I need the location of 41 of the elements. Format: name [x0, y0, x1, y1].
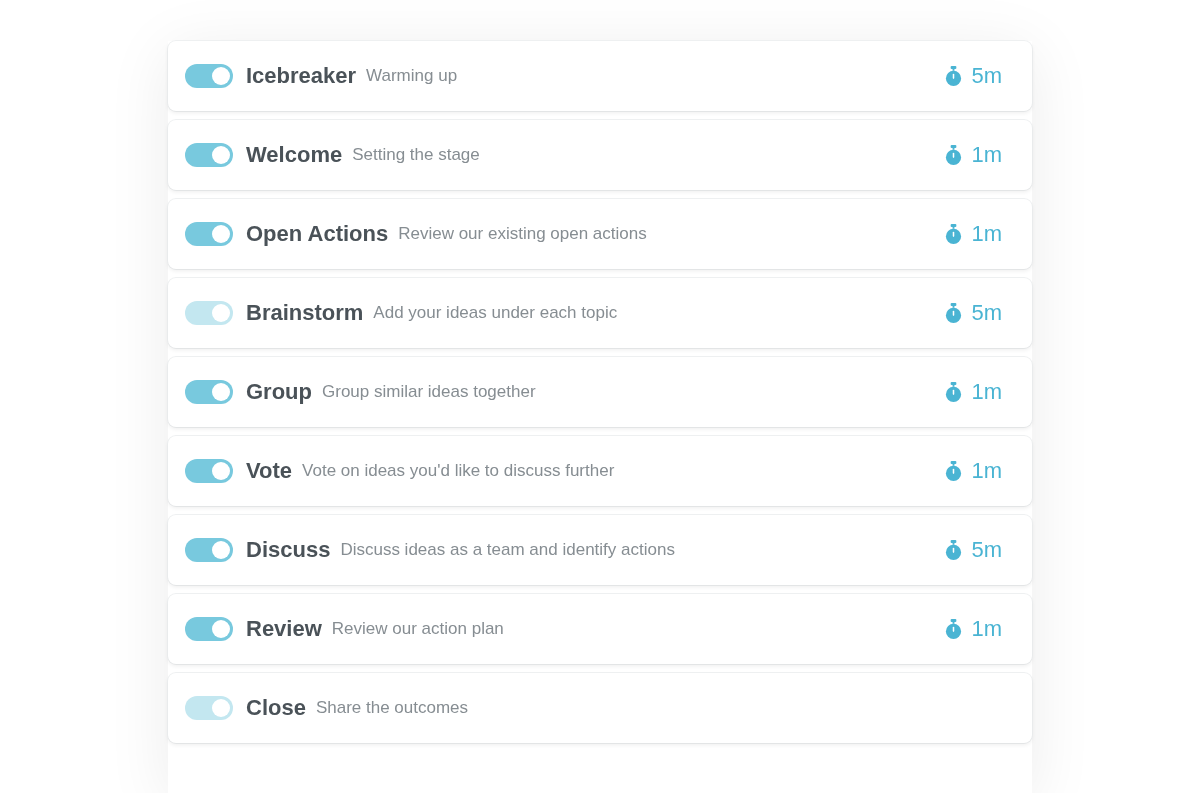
step-description: Vote on ideas you'd like to discuss further [302, 461, 615, 481]
duration-text: 5m [971, 537, 1002, 563]
toggle-switch[interactable] [185, 143, 233, 167]
stopwatch-icon [944, 539, 964, 561]
step-title: Icebreaker [246, 63, 357, 89]
step-description: Discuss ideas as a team and identify actions [340, 540, 675, 560]
duration-text: 1m [971, 221, 1002, 247]
duration-text: 1m [971, 142, 1002, 168]
step-description: Group similar ideas together [322, 382, 536, 402]
toggle-switch[interactable] [185, 459, 233, 483]
stopwatch-icon [944, 65, 964, 87]
duration-text: 1m [971, 379, 1002, 405]
duration-text: 5m [971, 300, 1002, 326]
step-description: Add your ideas under each topic [373, 303, 618, 323]
stopwatch-icon [944, 223, 964, 245]
toggle-switch[interactable] [185, 380, 233, 404]
stopwatch-icon [944, 381, 964, 403]
duration-text: 1m [971, 458, 1002, 484]
stopwatch-icon [944, 144, 964, 166]
step-title: Brainstorm [246, 300, 364, 326]
toggle-switch[interactable] [185, 538, 233, 562]
step-description: Setting the stage [352, 145, 480, 165]
step-title: Open Actions [246, 221, 389, 247]
step-description: Warming up [366, 66, 458, 86]
duration-text: 5m [971, 63, 1002, 89]
step-description: Review our action plan [331, 619, 504, 639]
toggle-switch[interactable] [185, 64, 233, 88]
stopwatch-icon [944, 302, 964, 324]
step-description: Review our existing open actions [398, 224, 647, 244]
step-title: Review [246, 616, 322, 642]
toggle-switch[interactable] [185, 222, 233, 246]
stopwatch-icon [944, 460, 964, 482]
step-title: Close [246, 695, 306, 721]
step-description: Share the outcomes [315, 698, 469, 718]
step-title: Discuss [246, 537, 331, 563]
stopwatch-icon [944, 618, 964, 640]
toggle-switch[interactable] [185, 617, 233, 641]
step-title: Group [246, 379, 312, 405]
duration-text: 1m [971, 616, 1002, 642]
step-title: Welcome [246, 142, 343, 168]
step-title: Vote [246, 458, 293, 484]
